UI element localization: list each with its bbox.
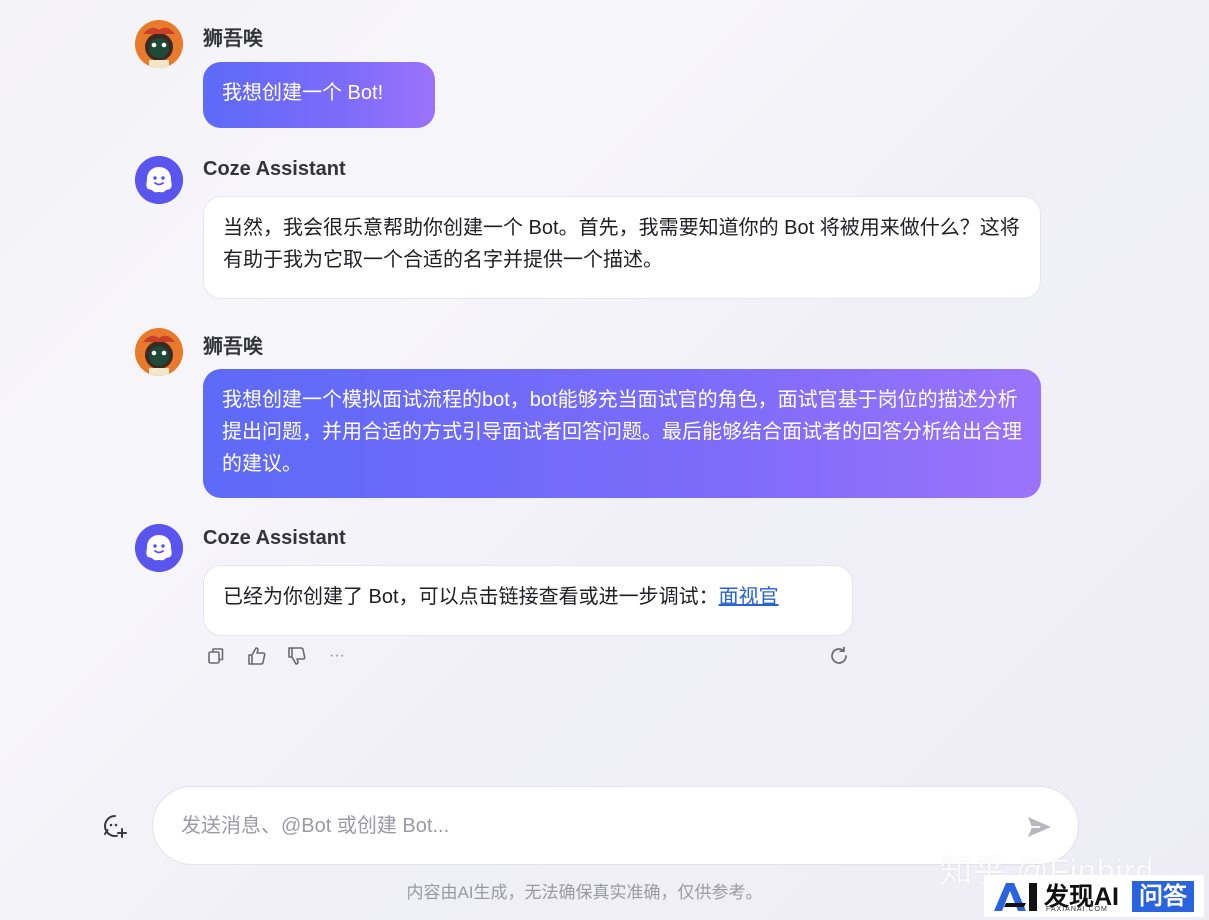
brand-badge: 问答 bbox=[1132, 881, 1194, 912]
sender-name: 狮吾唉 bbox=[203, 28, 263, 50]
message-text: 已经为你创建了 Bot，可以点击链接查看或进一步调试： bbox=[223, 586, 719, 608]
more-icon: ··· bbox=[329, 647, 345, 664]
more-button[interactable]: ··· bbox=[324, 643, 350, 669]
brand-url: FAXIANAI.COM bbox=[1046, 906, 1108, 913]
sender-name: Coze Assistant bbox=[203, 158, 346, 180]
new-chat-button[interactable] bbox=[101, 812, 129, 840]
copy-icon bbox=[208, 648, 224, 664]
message-bubble: 我想创建一个 Bot! bbox=[203, 62, 435, 128]
send-button[interactable] bbox=[1024, 812, 1054, 842]
bot-avatar[interactable] bbox=[135, 524, 183, 572]
message-actions: ··· bbox=[203, 643, 853, 671]
message-bubble: 我想创建一个模拟面试流程的bot，bot能够充当面试官的角色，面试官基于岗位的描… bbox=[203, 369, 1041, 498]
bot-link[interactable]: 面视官 bbox=[719, 586, 779, 608]
like-button[interactable] bbox=[244, 643, 270, 669]
message-input[interactable] bbox=[181, 807, 1001, 845]
faxianai-watermark: 发现AI FAXIANAI.COM 问答 bbox=[984, 875, 1204, 917]
bot-avatar[interactable] bbox=[135, 156, 183, 204]
user-avatar[interactable] bbox=[135, 20, 183, 68]
thumbs-up-icon bbox=[248, 647, 266, 665]
copy-button[interactable] bbox=[203, 643, 229, 669]
message-bubble: 已经为你创建了 Bot，可以点击链接查看或进一步调试：面视官 bbox=[203, 565, 853, 636]
regenerate-icon bbox=[831, 646, 847, 664]
faxianai-logo-icon bbox=[994, 883, 1037, 911]
ghost-icon bbox=[135, 156, 183, 204]
thumbs-down-icon bbox=[288, 647, 306, 665]
dislike-button[interactable] bbox=[284, 643, 310, 669]
user-avatar[interactable] bbox=[135, 328, 183, 376]
message-bubble: 当然，我会很乐意帮助你创建一个 Bot。首先，我需要知道你的 Bot 将被用来做… bbox=[203, 196, 1041, 299]
send-icon bbox=[1028, 817, 1051, 837]
sender-name: Coze Assistant bbox=[203, 527, 346, 549]
regenerate-button[interactable] bbox=[826, 643, 852, 669]
new-chat-icon bbox=[104, 815, 127, 838]
ghost-icon bbox=[135, 524, 183, 572]
sender-name: 狮吾唉 bbox=[203, 336, 263, 358]
